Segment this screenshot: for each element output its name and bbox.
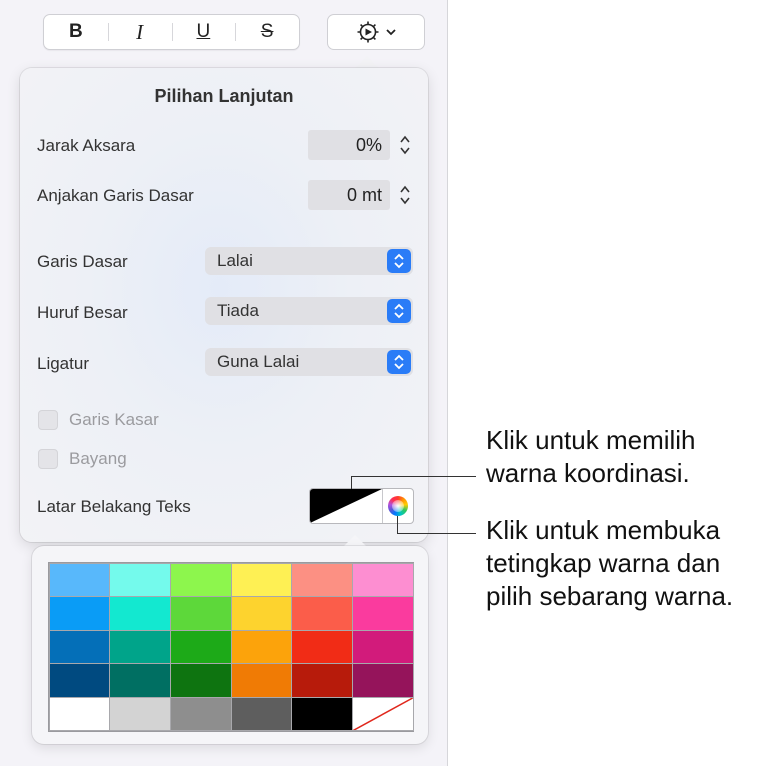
advanced-options-popover: Pilihan Lanjutan Jarak Aksara 0% Anjakan… xyxy=(20,68,428,542)
color-grid xyxy=(48,562,414,732)
color-swatch[interactable] xyxy=(291,562,353,598)
text-background-color-control xyxy=(309,488,414,524)
color-swatch[interactable] xyxy=(230,629,293,665)
italic-button[interactable]: I xyxy=(107,15,172,49)
format-sidebar: B I U S Pilihan Lanjutan Jarak Aksara 0%… xyxy=(0,0,448,766)
color-swatch[interactable] xyxy=(291,629,353,665)
callout-line-text: Klik untuk memilih xyxy=(486,425,696,455)
chevron-down-icon xyxy=(386,29,396,36)
strikethrough-button[interactable]: S xyxy=(235,15,299,49)
color-swatch[interactable] xyxy=(230,696,293,732)
no-color-swatch[interactable] xyxy=(351,696,414,732)
color-swatch[interactable] xyxy=(351,663,414,698)
color-swatch[interactable] xyxy=(291,696,353,732)
color-palette-popover xyxy=(32,546,428,744)
coordinating-color-callout: Klik untuk memilih warna koordinasi. xyxy=(486,424,696,490)
underline-button[interactable]: U xyxy=(171,15,236,49)
color-swatch[interactable] xyxy=(351,596,414,631)
color-swatch[interactable] xyxy=(291,596,353,631)
capitalization-select-value: Tiada xyxy=(217,301,259,320)
color-wheel-icon xyxy=(388,496,408,516)
capitalization-select[interactable]: Tiada xyxy=(205,297,413,325)
color-swatch[interactable] xyxy=(48,629,111,665)
character-spacing-field[interactable]: 0% xyxy=(308,130,390,160)
baseline-shift-field[interactable]: 0 mt xyxy=(308,180,390,210)
callout-line-text: warna koordinasi. xyxy=(486,458,690,488)
text-style-buttons: B I U S xyxy=(43,14,300,50)
bold-button[interactable]: B xyxy=(44,15,108,49)
color-window-callout: Klik untuk membuka tetingkap warna dan p… xyxy=(486,514,733,613)
callout-leader xyxy=(351,476,352,489)
select-arrows-icon xyxy=(387,299,411,323)
outline-checkbox[interactable] xyxy=(38,410,58,430)
baseline-label: Garis Dasar xyxy=(37,252,128,271)
color-swatch[interactable] xyxy=(230,663,293,698)
callout-leader xyxy=(351,476,476,477)
color-swatch[interactable] xyxy=(169,562,232,598)
ligatures-select[interactable]: Guna Lalai xyxy=(205,348,413,376)
color-swatch[interactable] xyxy=(169,696,232,732)
ligatures-label: Ligatur xyxy=(37,354,89,373)
select-arrows-icon xyxy=(387,350,411,374)
color-swatch[interactable] xyxy=(109,663,171,698)
baseline-select-value: Lalai xyxy=(217,251,253,270)
popover-title: Pilihan Lanjutan xyxy=(154,86,294,106)
callout-leader xyxy=(397,516,398,533)
capitalization-label: Huruf Besar xyxy=(37,303,128,322)
color-swatch[interactable] xyxy=(169,596,232,631)
callout-line-text: tetingkap warna dan xyxy=(486,548,721,578)
color-swatch[interactable] xyxy=(48,562,111,598)
advanced-options-button[interactable] xyxy=(327,14,425,50)
color-swatch[interactable] xyxy=(48,663,111,698)
shadow-label: Bayang xyxy=(69,449,127,468)
select-arrows-icon xyxy=(387,249,411,273)
baseline-shift-stepper[interactable] xyxy=(397,180,412,210)
character-spacing-stepper[interactable] xyxy=(397,130,412,160)
callout-line-text: pilih sebarang warna. xyxy=(486,581,734,611)
gear-icon xyxy=(357,21,379,43)
stepper-arrows-icon xyxy=(399,135,410,155)
color-swatch[interactable] xyxy=(48,696,111,732)
color-swatch[interactable] xyxy=(169,663,232,698)
color-swatch[interactable] xyxy=(351,629,414,665)
character-spacing-label: Jarak Aksara xyxy=(37,136,136,155)
color-swatch[interactable] xyxy=(48,596,111,631)
color-swatch[interactable] xyxy=(109,629,171,665)
color-swatch-button[interactable] xyxy=(310,489,383,523)
ligatures-select-value: Guna Lalai xyxy=(217,352,300,371)
color-swatch[interactable] xyxy=(230,562,293,598)
color-wheel-button[interactable] xyxy=(383,489,413,523)
baseline-shift-label: Anjakan Garis Dasar xyxy=(37,186,194,205)
color-swatch[interactable] xyxy=(109,562,171,598)
color-swatch[interactable] xyxy=(109,696,171,732)
color-swatch[interactable] xyxy=(109,596,171,631)
stepper-arrows-icon xyxy=(399,185,410,205)
text-background-label: Latar Belakang Teks xyxy=(37,497,191,516)
callout-line-text: Klik untuk membuka xyxy=(486,515,721,545)
color-swatch[interactable] xyxy=(169,629,232,665)
baseline-select[interactable]: Lalai xyxy=(205,247,413,275)
callout-leader xyxy=(397,533,476,534)
color-swatch[interactable] xyxy=(351,562,414,598)
color-swatch[interactable] xyxy=(291,663,353,698)
outline-label: Garis Kasar xyxy=(69,410,159,429)
color-swatch[interactable] xyxy=(230,596,293,631)
shadow-checkbox[interactable] xyxy=(38,449,58,469)
